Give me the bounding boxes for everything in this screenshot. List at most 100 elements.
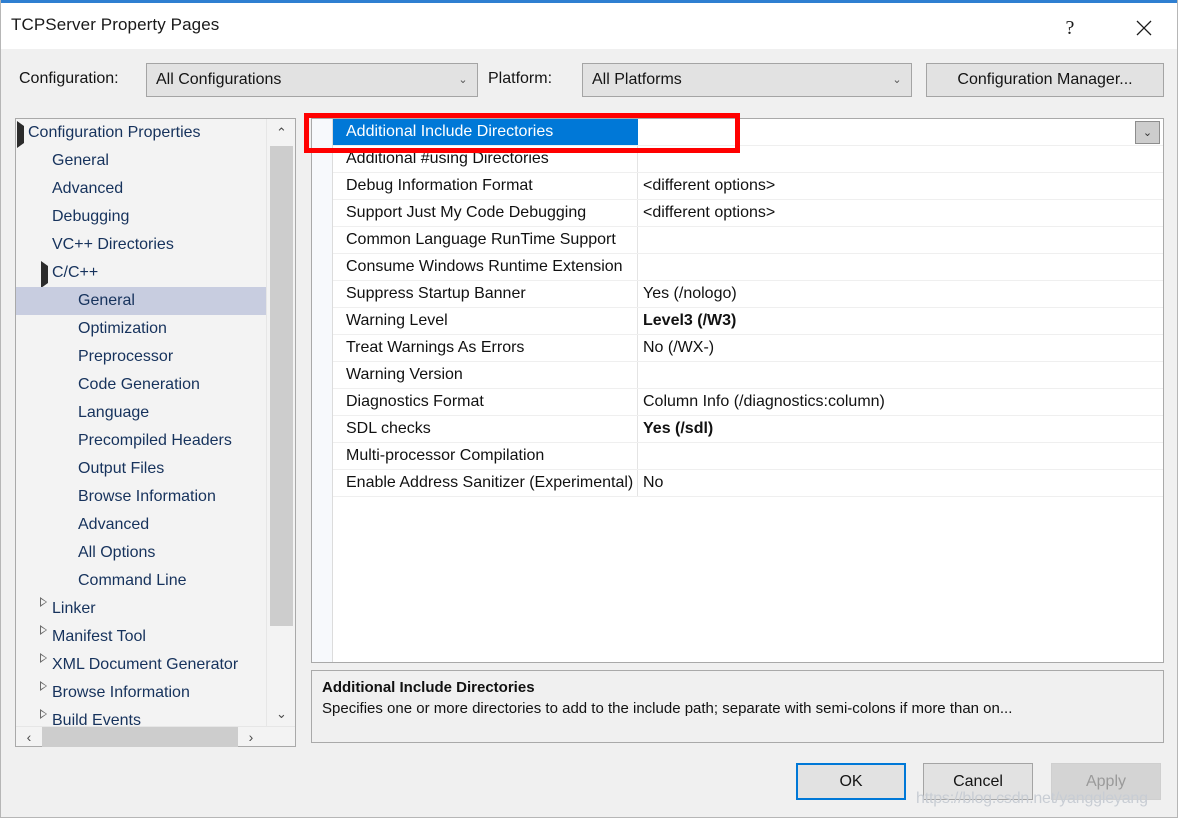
tree-item-browse-information[interactable]: Browse Information <box>16 679 266 707</box>
close-button[interactable] <box>1121 6 1167 50</box>
tree-item-general[interactable]: General <box>16 147 266 175</box>
tree-vertical-scroll-thumb[interactable] <box>270 146 293 626</box>
tree-item-configuration-properties[interactable]: Configuration Properties <box>16 119 266 148</box>
tree-item-label: General <box>78 292 135 309</box>
property-description-pane: Additional Include Directories Specifies… <box>311 670 1164 743</box>
tree-item-optimization[interactable]: Optimization <box>16 315 266 343</box>
tree-horizontal-scroll-thumb[interactable] <box>42 726 238 747</box>
platform-dropdown[interactable]: All Platforms ⌄ <box>582 63 912 97</box>
scroll-right-icon[interactable]: › <box>238 727 264 747</box>
expander-expand-icon[interactable] <box>40 658 54 672</box>
property-value[interactable] <box>638 362 1163 388</box>
property-value[interactable]: <different options> <box>638 200 1163 226</box>
tree-item-manifest-tool[interactable]: Manifest Tool <box>16 623 266 651</box>
triangle-icon <box>40 625 47 652</box>
property-row[interactable]: Warning Version <box>333 362 1163 389</box>
tree-item-all-options[interactable]: All Options <box>16 539 266 567</box>
tree-item-general[interactable]: General <box>16 287 266 315</box>
tree-item-linker[interactable]: Linker <box>16 595 266 623</box>
property-value[interactable]: Yes (/nologo) <box>638 281 1163 307</box>
property-value[interactable]: Level3 (/W3) <box>638 308 1163 334</box>
tree-item-browse-information[interactable]: Browse Information <box>16 483 266 511</box>
property-row[interactable]: Additional #using Directories <box>333 146 1163 173</box>
property-value-dropdown-button[interactable]: ⌄ <box>1135 121 1160 144</box>
property-name: Warning Version <box>333 362 638 388</box>
tree-item-label: VC++ Directories <box>52 236 174 253</box>
property-value[interactable] <box>638 443 1163 469</box>
expander-expand-icon[interactable] <box>40 630 54 644</box>
scroll-down-icon[interactable]: ⌄ <box>267 700 296 727</box>
ok-button[interactable]: OK <box>796 763 906 800</box>
triangle-icon <box>17 121 24 148</box>
property-row[interactable]: Warning Level Level3 (/W3) <box>333 308 1163 335</box>
tree-item-advanced[interactable]: Advanced <box>16 175 266 203</box>
tree-item-debugging[interactable]: Debugging <box>16 203 266 231</box>
tree-item-build-events[interactable]: Build Events <box>16 707 266 727</box>
property-row[interactable]: Treat Warnings As Errors No (/WX-) <box>333 335 1163 362</box>
tree-item-label: XML Document Generator <box>52 656 239 673</box>
tree-item-language[interactable]: Language <box>16 399 266 427</box>
configuration-bar: Configuration: All Configurations ⌄ Plat… <box>1 49 1177 111</box>
expander-expand-icon[interactable] <box>40 602 54 616</box>
tree-item-preprocessor[interactable]: Preprocessor <box>16 343 266 371</box>
tree-item-label: Precompiled Headers <box>78 432 232 449</box>
tree-item-label: Build Events <box>52 712 141 727</box>
scroll-left-icon[interactable]: ‹ <box>16 727 42 747</box>
property-value[interactable]: No <box>638 470 1163 496</box>
property-row[interactable]: Diagnostics Format Column Info (/diagnost… <box>333 389 1163 416</box>
platform-value: All Platforms <box>592 71 682 88</box>
property-value[interactable] <box>638 254 1163 280</box>
tree-item-output-files[interactable]: Output Files <box>16 455 266 483</box>
expander-collapse-icon[interactable] <box>40 261 54 288</box>
property-value[interactable] <box>638 119 1163 145</box>
apply-button[interactable]: Apply <box>1051 763 1161 800</box>
tree-item-xml-document-generator[interactable]: XML Document Generator <box>16 651 266 679</box>
tree-item-vc-directories[interactable]: VC++ Directories <box>16 231 266 259</box>
tree-horizontal-scrollbar[interactable]: ‹ › <box>16 726 295 747</box>
triangle-icon <box>40 653 47 680</box>
tree-item-label: Code Generation <box>78 376 200 393</box>
tree-item-label: Language <box>78 404 150 421</box>
chevron-down-icon: ⌄ <box>1142 127 1153 139</box>
tree-item-c-c[interactable]: C/C++ <box>16 259 266 288</box>
property-row[interactable]: Suppress Startup Banner Yes (/nologo) <box>333 281 1163 308</box>
property-name: Suppress Startup Banner <box>333 281 638 307</box>
tree-item-precompiled-headers[interactable]: Precompiled Headers <box>16 427 266 455</box>
tree-item-advanced[interactable]: Advanced <box>16 511 266 539</box>
configuration-manager-button[interactable]: Configuration Manager... <box>926 63 1164 97</box>
tree-item-label: C/C++ <box>52 264 99 281</box>
property-value[interactable]: <different options> <box>638 173 1163 199</box>
property-row[interactable]: Common Language RunTime Support <box>333 227 1163 254</box>
property-row[interactable]: Enable Address Sanitizer (Experimental) N… <box>333 470 1163 497</box>
property-value[interactable]: Column Info (/diagnostics:column) <box>638 389 1163 415</box>
property-value[interactable]: No (/WX-) <box>638 335 1163 361</box>
cancel-button[interactable]: Cancel <box>923 763 1033 800</box>
chevron-down-icon: ⌄ <box>458 73 468 86</box>
tree-item-label: Debugging <box>52 208 130 225</box>
property-row[interactable]: Support Just My Code Debugging <different… <box>333 200 1163 227</box>
property-value[interactable] <box>638 146 1163 172</box>
property-value[interactable] <box>638 227 1163 253</box>
tree-item-label: Browse Information <box>52 684 190 701</box>
configuration-dropdown[interactable]: All Configurations ⌄ <box>146 63 478 97</box>
expander-expand-icon[interactable] <box>40 686 54 700</box>
expander-collapse-icon[interactable] <box>16 121 30 148</box>
configuration-label: Configuration: <box>19 70 119 87</box>
tree-item-label: Advanced <box>52 180 124 197</box>
tree-item-command-line[interactable]: Command Line <box>16 567 266 595</box>
help-button[interactable]: ? <box>1047 6 1093 50</box>
property-row[interactable]: Additional Include Directories ⌄ <box>333 119 1163 146</box>
platform-label: Platform: <box>488 70 553 87</box>
tree-vertical-scrollbar[interactable]: ⌃ ⌄ <box>266 119 295 727</box>
tree-item-label: All Options <box>78 544 156 561</box>
property-value[interactable]: Yes (/sdl) <box>638 416 1163 442</box>
property-row[interactable]: SDL checks Yes (/sdl) <box>333 416 1163 443</box>
property-name: Diagnostics Format <box>333 389 638 415</box>
scroll-up-icon[interactable]: ⌃ <box>267 119 296 146</box>
property-name: SDL checks <box>333 416 638 442</box>
configuration-tree-panel: Configuration Properties General Advanced D… <box>15 118 296 747</box>
property-row[interactable]: Consume Windows Runtime Extension <box>333 254 1163 281</box>
tree-item-code-generation[interactable]: Code Generation <box>16 371 266 399</box>
property-row[interactable]: Multi-processor Compilation <box>333 443 1163 470</box>
property-row[interactable]: Debug Information Format <different optio… <box>333 173 1163 200</box>
